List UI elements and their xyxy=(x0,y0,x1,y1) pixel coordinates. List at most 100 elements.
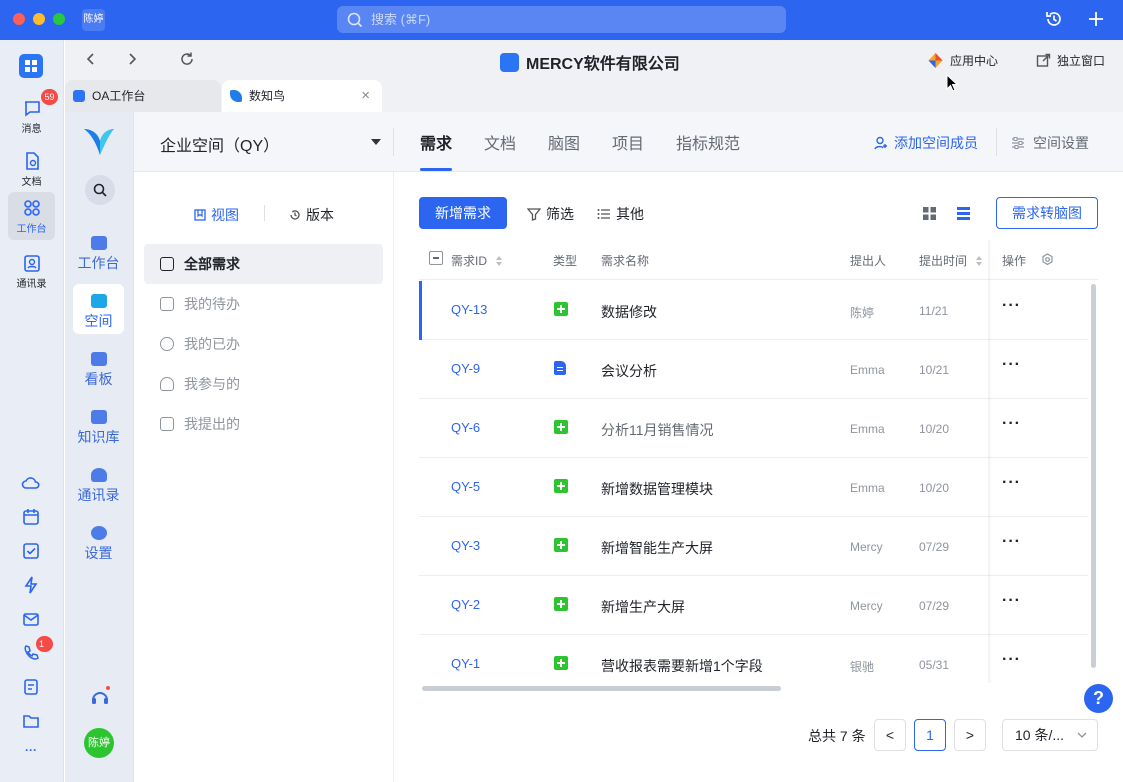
tab-shuzhiniao[interactable]: 数知鸟 × xyxy=(222,80,382,112)
phone-icon[interactable]: 1 xyxy=(21,636,53,663)
tab-projects[interactable]: 项目 xyxy=(612,130,644,154)
nav-space[interactable]: 空间 xyxy=(73,284,124,334)
more-icon[interactable]: ··· xyxy=(21,743,41,763)
view-tab[interactable]: 视图 xyxy=(194,205,239,225)
requirement-id-link[interactable]: QY-1 xyxy=(451,656,480,671)
rail-item-messages[interactable]: 消息 59 xyxy=(8,89,58,140)
nav-workbench[interactable]: 工作台 xyxy=(73,226,124,276)
company-switcher[interactable]: MERCY软件有限公司 xyxy=(500,50,680,74)
requirement-id-link[interactable]: QY-9 xyxy=(451,361,480,376)
total-count: 总共 7 条 xyxy=(808,728,866,744)
more-actions-icon[interactable]: ··· xyxy=(1002,533,1021,551)
standalone-window-link[interactable]: 独立窗口 xyxy=(1036,52,1105,69)
requirement-id-link[interactable]: QY-2 xyxy=(451,597,480,612)
minimize-window-button[interactable] xyxy=(33,13,45,25)
app-switcher-icon[interactable] xyxy=(19,54,43,78)
add-member-button[interactable]: 添加空间成员 xyxy=(874,133,978,153)
requirement-name[interactable]: 新增智能生产大屏 xyxy=(601,538,713,558)
more-actions-icon[interactable]: ··· xyxy=(1002,651,1021,669)
requirement-id-link[interactable]: QY-3 xyxy=(451,538,480,553)
avatar[interactable]: 陈婷 xyxy=(84,728,114,758)
support-icon[interactable] xyxy=(89,685,111,707)
close-tab-icon[interactable]: × xyxy=(361,80,370,112)
rail-item-contacts[interactable]: 通讯录 xyxy=(8,247,55,295)
page-size-select[interactable]: 10 条/... xyxy=(1002,719,1098,751)
back-icon[interactable] xyxy=(83,51,99,67)
requirement-id-link[interactable]: QY-5 xyxy=(451,479,480,494)
prev-page-button[interactable]: < xyxy=(874,719,906,751)
more-actions-icon[interactable]: ··· xyxy=(1002,474,1021,492)
select-all-checkbox[interactable] xyxy=(429,251,443,265)
list-view-icon[interactable] xyxy=(956,206,971,221)
add-user-icon xyxy=(874,136,887,150)
nav-settings[interactable]: 设置 xyxy=(73,516,124,566)
page-number-button[interactable]: 1 xyxy=(914,719,946,751)
view-my-done[interactable]: 我的已办 xyxy=(144,324,383,364)
tab-metrics[interactable]: 指标规范 xyxy=(676,130,740,154)
close-window-button[interactable] xyxy=(13,13,25,25)
more-actions-icon[interactable]: ··· xyxy=(1002,356,1021,374)
nav-contacts[interactable]: 通讯录 xyxy=(73,458,124,508)
requirement-name[interactable]: 分析11月销售情况 xyxy=(601,420,714,440)
refresh-icon[interactable] xyxy=(179,51,195,67)
horizontal-scrollbar[interactable] xyxy=(422,686,781,691)
new-requirement-button[interactable]: 新增需求 xyxy=(419,197,507,229)
cloud-icon[interactable] xyxy=(21,473,41,493)
next-page-button[interactable]: > xyxy=(954,719,986,751)
user-chip[interactable]: 陈婷 xyxy=(82,9,105,31)
requirement-id-link[interactable]: QY-13 xyxy=(451,302,487,317)
more-actions-icon[interactable]: ··· xyxy=(1002,415,1021,433)
rail-item-docs[interactable]: 文档 xyxy=(8,145,55,193)
tab-label: 数知鸟 xyxy=(249,89,286,103)
grid-view-icon[interactable] xyxy=(922,206,937,221)
requirement-date: 10/20 xyxy=(919,481,950,495)
tab-requirements[interactable]: 需求 xyxy=(420,130,452,154)
chevron-down-icon[interactable] xyxy=(371,139,381,145)
more-actions-icon[interactable]: ··· xyxy=(1002,297,1021,315)
convert-to-mindmap-button[interactable]: 需求转脑图 xyxy=(996,197,1098,229)
forward-icon[interactable] xyxy=(124,51,140,67)
requirement-id-link[interactable]: QY-6 xyxy=(451,420,480,435)
view-participated[interactable]: 我参与的 xyxy=(144,364,383,404)
space-selector[interactable]: 企业空间（QY） xyxy=(160,132,279,156)
filter-icon xyxy=(526,208,542,221)
more-actions-icon[interactable]: ··· xyxy=(1002,592,1021,610)
lightning-icon[interactable] xyxy=(21,575,41,595)
tab-mindmap[interactable]: 脑图 xyxy=(548,130,580,154)
view-all-requirements[interactable]: 全部需求 xyxy=(144,244,383,284)
filter-button[interactable]: 筛选 xyxy=(526,204,574,224)
nav-board[interactable]: 看板 xyxy=(73,342,124,392)
requirement-name[interactable]: 新增生产大屏 xyxy=(601,597,685,617)
zoom-window-button[interactable] xyxy=(53,13,65,25)
nav-knowledge[interactable]: 知识库 xyxy=(73,400,124,450)
help-button[interactable]: ? xyxy=(1084,684,1113,713)
plus-icon[interactable] xyxy=(1086,9,1106,29)
col-header-id[interactable]: 需求ID xyxy=(451,252,503,269)
task-icon[interactable] xyxy=(21,541,41,561)
nav-label: 知识库 xyxy=(77,429,120,445)
calendar-icon[interactable] xyxy=(21,507,41,527)
view-submitted[interactable]: 我提出的 xyxy=(144,404,383,444)
history-icon[interactable] xyxy=(1044,9,1064,29)
vertical-scrollbar[interactable] xyxy=(1091,284,1096,668)
global-search-input[interactable]: 搜索 (⌘F) xyxy=(337,6,786,33)
requirement-name[interactable]: 营收报表需要新增1个字段 xyxy=(601,656,763,676)
col-header-time[interactable]: 提出时间 xyxy=(919,252,983,269)
requirement-name[interactable]: 会议分析 xyxy=(601,361,657,381)
tab-documents[interactable]: 文档 xyxy=(484,130,516,154)
requirement-name[interactable]: 新增数据管理模块 xyxy=(601,479,713,499)
version-tab[interactable]: 版本 xyxy=(289,205,334,225)
other-button[interactable]: 其他 xyxy=(597,204,644,224)
view-my-todo[interactable]: 我的待办 xyxy=(144,284,383,324)
folder-icon[interactable] xyxy=(21,711,41,731)
app-center-link[interactable]: 应用中心 xyxy=(927,52,998,69)
rail-item-workbench[interactable]: 工作台 xyxy=(8,192,55,240)
requirement-name[interactable]: 数据修改 xyxy=(601,302,657,322)
tab-oa-workbench[interactable]: OA工作台 xyxy=(65,80,221,112)
sort-icon xyxy=(976,256,983,266)
mail-icon[interactable] xyxy=(21,609,41,629)
column-settings-icon[interactable] xyxy=(1041,253,1054,266)
approval-icon[interactable] xyxy=(21,677,41,697)
app-search-button[interactable] xyxy=(85,175,115,205)
space-settings-button[interactable]: 空间设置 xyxy=(1011,133,1089,153)
